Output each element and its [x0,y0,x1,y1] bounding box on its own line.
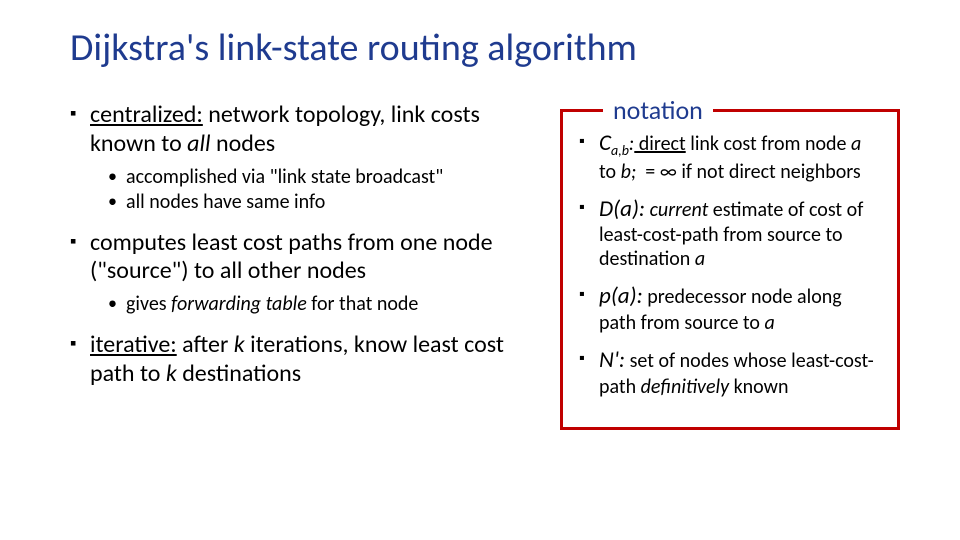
notation-nprime: N': set of nodes whose least-cost-path d… [579,347,881,399]
word-current: current [645,198,708,222]
notation-box: notation Ca,b: direct link cost from nod… [560,109,900,430]
bullet-iterative: iterative: after k iterations, know leas… [70,331,530,389]
notation-pa: p(a): predecessor node along path from s… [579,283,881,335]
text: nodes [211,129,276,158]
word-forwarding-table: forwarding table [171,292,307,316]
text: gives [126,292,171,316]
sub-bullets: gives forwarding table for that node [90,292,530,317]
var-a: a [765,311,775,335]
text: destinations [177,359,301,388]
text: = ∞ if not direct neighbors [636,160,861,184]
bullet-centralized: centralized: network topology, link cost… [70,101,530,215]
sub-item: all nodes have same info [90,190,530,215]
notation-cab: Ca,b: direct link cost from node a to b;… [579,130,881,184]
text: after [177,330,234,359]
text: for that node [307,292,419,316]
notation-label: notation [603,94,713,126]
sub-item: accomplished via "link state broadcast" [90,165,530,190]
right-column: notation Ca,b: direct link cost from nod… [560,101,900,430]
slide-title: Dijkstra's link-state routing algorithm [70,25,900,71]
term-da: D(a): [599,195,645,223]
var-k: k [166,359,177,388]
text: known [729,375,788,399]
term-nprime: N': [599,346,625,374]
slide-root: Dijkstra's link-state routing algorithm … [0,0,960,540]
text: computes least cost paths from one node … [90,228,493,286]
word-definitively: definitively [641,375,729,399]
word-direct: direct [634,132,685,156]
bullet-computes: computes least cost paths from one node … [70,229,530,318]
text: link cost from node [686,132,851,156]
key-centralized: centralized: [90,100,203,129]
sub-item: gives forwarding table for that node [90,292,530,317]
var-b: b; [621,160,637,184]
term-pa: p(a): [599,282,643,310]
main-bullets: centralized: network topology, link cost… [70,101,530,389]
var-a: a [851,132,861,156]
notation-list: Ca,b: direct link cost from node a to b;… [579,130,881,399]
term-c: C [599,129,611,157]
left-column: centralized: network topology, link cost… [70,101,530,430]
notation-da: D(a): current estimate of cost of least-… [579,196,881,272]
key-iterative: iterative: [90,330,177,359]
content-columns: centralized: network topology, link cost… [70,101,900,430]
var-a: a [695,247,705,271]
sub-bullets: accomplished via "link state broadcast" … [90,165,530,215]
var-k: k [234,330,245,359]
word-all: all [187,129,210,158]
sub-ab: a,b [611,142,629,159]
